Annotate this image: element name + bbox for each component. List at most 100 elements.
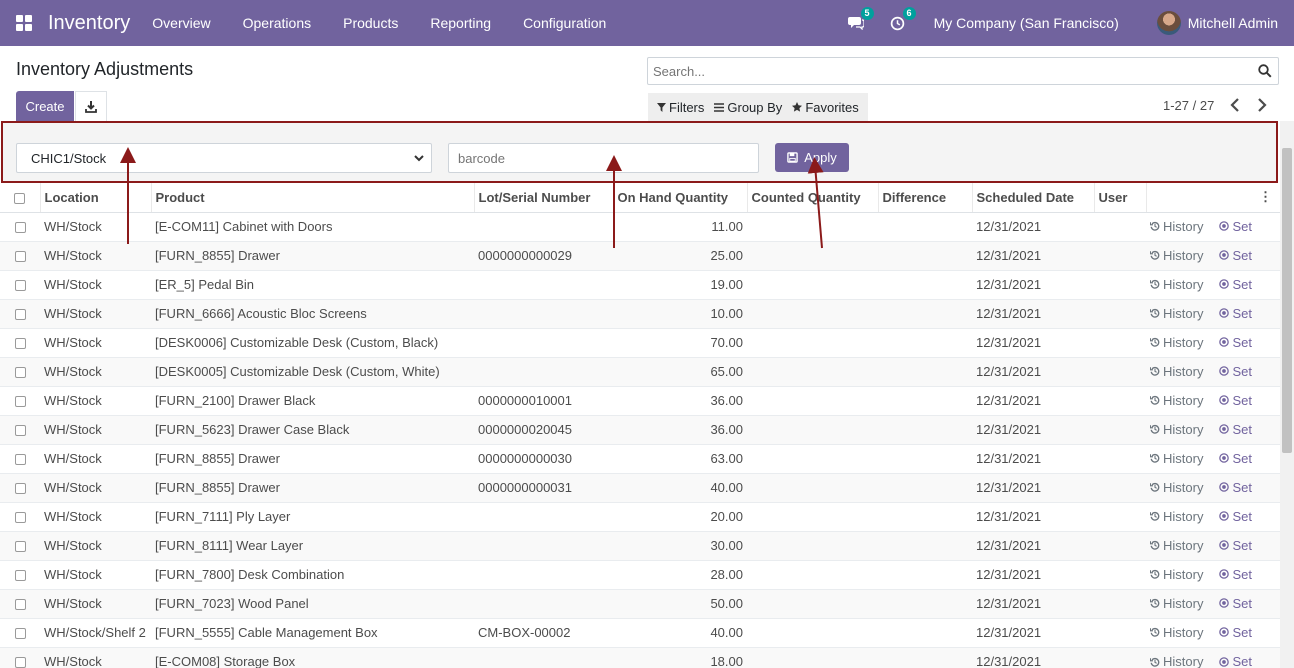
row-checkbox[interactable] xyxy=(14,309,26,321)
row-checkbox[interactable] xyxy=(14,425,26,437)
row-user[interactable] xyxy=(1094,240,1146,270)
history-button[interactable]: History xyxy=(1150,306,1203,321)
search-bar[interactable] xyxy=(647,57,1279,85)
select-all-checkbox[interactable] xyxy=(14,192,26,204)
row-scheduled-date[interactable]: 12/31/2021 xyxy=(972,530,1094,560)
row-checkbox[interactable] xyxy=(14,280,26,292)
messages-icon[interactable]: 5 xyxy=(846,7,874,33)
row-scheduled-date[interactable]: 12/31/2021 xyxy=(972,240,1094,270)
row-scheduled-date[interactable]: 12/31/2021 xyxy=(972,356,1094,386)
col-counted[interactable]: Counted Quantity xyxy=(747,183,879,213)
set-button[interactable]: Set xyxy=(1219,596,1252,611)
col-onhand[interactable]: On Hand Quantity xyxy=(613,183,748,213)
row-scheduled-date[interactable]: 12/31/2021 xyxy=(972,414,1094,444)
chevron-right-icon[interactable] xyxy=(1257,98,1267,112)
set-button[interactable]: Set xyxy=(1219,248,1252,263)
menu-operations[interactable]: Operations xyxy=(243,15,311,31)
history-button[interactable]: History xyxy=(1150,422,1203,437)
row-user[interactable] xyxy=(1094,472,1146,502)
row-counted-qty[interactable] xyxy=(747,501,878,531)
favorites-button[interactable]: Favorites xyxy=(792,100,859,115)
row-scheduled-date[interactable]: 12/31/2021 xyxy=(972,211,1094,241)
row-scheduled-date[interactable]: 12/31/2021 xyxy=(972,385,1094,415)
col-location[interactable]: Location xyxy=(40,183,152,213)
row-user[interactable] xyxy=(1094,414,1146,444)
history-button[interactable]: History xyxy=(1150,596,1203,611)
row-checkbox[interactable] xyxy=(14,251,26,263)
search-input[interactable] xyxy=(648,58,1238,84)
row-user[interactable] xyxy=(1094,501,1146,531)
barcode-input[interactable] xyxy=(448,143,759,173)
col-scheduled-date[interactable]: Scheduled Date xyxy=(972,183,1095,213)
row-checkbox[interactable] xyxy=(14,222,26,234)
set-button[interactable]: Set xyxy=(1219,277,1252,292)
menu-configuration[interactable]: Configuration xyxy=(523,15,606,31)
set-button[interactable]: Set xyxy=(1219,567,1252,582)
history-button[interactable]: History xyxy=(1150,625,1203,640)
activities-clock-icon[interactable]: 6 xyxy=(888,7,916,33)
company-switcher[interactable]: My Company (San Francisco) xyxy=(934,15,1119,31)
set-button[interactable]: Set xyxy=(1219,509,1252,524)
row-user[interactable] xyxy=(1094,211,1146,241)
download-button[interactable] xyxy=(75,91,107,121)
row-counted-qty[interactable] xyxy=(747,240,878,270)
set-button[interactable]: Set xyxy=(1219,393,1252,408)
row-user[interactable] xyxy=(1094,530,1146,560)
row-user[interactable] xyxy=(1094,356,1146,386)
col-user[interactable]: User xyxy=(1094,183,1147,213)
chevron-left-icon[interactable] xyxy=(1230,98,1240,112)
set-button[interactable]: Set xyxy=(1219,422,1252,437)
row-scheduled-date[interactable]: 12/31/2021 xyxy=(972,588,1094,618)
col-difference[interactable]: Difference xyxy=(878,183,973,213)
row-checkbox[interactable] xyxy=(14,396,26,408)
row-scheduled-date[interactable]: 12/31/2021 xyxy=(972,646,1094,668)
history-button[interactable]: History xyxy=(1150,277,1203,292)
table-row[interactable]: WH/Stock [FURN_8855] Drawer 0000000000031 4… xyxy=(0,472,1280,502)
history-button[interactable]: History xyxy=(1150,393,1203,408)
row-counted-qty[interactable] xyxy=(747,356,878,386)
set-button[interactable]: Set xyxy=(1219,335,1252,350)
row-counted-qty[interactable] xyxy=(747,269,878,299)
row-counted-qty[interactable] xyxy=(747,588,878,618)
row-checkbox[interactable] xyxy=(14,628,26,640)
row-user[interactable] xyxy=(1094,327,1146,357)
row-scheduled-date[interactable]: 12/31/2021 xyxy=(972,327,1094,357)
set-button[interactable]: Set xyxy=(1219,219,1252,234)
row-counted-qty[interactable] xyxy=(747,472,878,502)
row-scheduled-date[interactable]: 12/31/2021 xyxy=(972,501,1094,531)
set-button[interactable]: Set xyxy=(1219,654,1252,668)
row-counted-qty[interactable] xyxy=(747,211,878,241)
row-counted-qty[interactable] xyxy=(747,327,878,357)
col-product[interactable]: Product xyxy=(151,183,475,213)
row-scheduled-date[interactable]: 12/31/2021 xyxy=(972,617,1094,647)
history-button[interactable]: History xyxy=(1150,654,1203,668)
row-checkbox[interactable] xyxy=(14,599,26,611)
row-checkbox[interactable] xyxy=(14,454,26,466)
history-button[interactable]: History xyxy=(1150,248,1203,263)
row-counted-qty[interactable] xyxy=(747,385,878,415)
table-row[interactable]: WH/Stock [E-COM08] Storage Box 18.00 12/31/… xyxy=(0,646,1280,668)
table-row[interactable]: WH/Stock [FURN_6666] Acoustic Bloc Screen… xyxy=(0,298,1280,328)
apps-menu-icon[interactable] xyxy=(16,15,32,31)
table-row[interactable]: WH/Stock [E-COM11] Cabinet with Doors 11.0… xyxy=(0,211,1280,241)
groupby-button[interactable]: Group By xyxy=(714,100,782,115)
row-scheduled-date[interactable]: 12/31/2021 xyxy=(972,472,1094,502)
history-button[interactable]: History xyxy=(1150,364,1203,379)
table-row[interactable]: WH/Stock [FURN_2100] Drawer Black 00000000… xyxy=(0,385,1280,415)
menu-reporting[interactable]: Reporting xyxy=(430,15,491,31)
row-user[interactable] xyxy=(1094,646,1146,668)
row-user[interactable] xyxy=(1094,559,1146,589)
table-row[interactable]: WH/Stock [ER_5] Pedal Bin 19.00 12/31/2021 H… xyxy=(0,269,1280,299)
table-row[interactable]: WH/Stock [FURN_7111] Ply Layer 20.00 12/31/… xyxy=(0,501,1280,531)
create-button[interactable]: Create xyxy=(16,91,74,121)
row-scheduled-date[interactable]: 12/31/2021 xyxy=(972,559,1094,589)
row-counted-qty[interactable] xyxy=(747,298,878,328)
row-counted-qty[interactable] xyxy=(747,646,878,668)
pager-value[interactable]: 1-27 / 27 xyxy=(1163,98,1214,113)
set-button[interactable]: Set xyxy=(1219,451,1252,466)
row-checkbox[interactable] xyxy=(14,483,26,495)
history-button[interactable]: History xyxy=(1150,480,1203,495)
row-checkbox[interactable] xyxy=(14,338,26,350)
row-counted-qty[interactable] xyxy=(747,617,878,647)
row-checkbox[interactable] xyxy=(14,657,26,668)
